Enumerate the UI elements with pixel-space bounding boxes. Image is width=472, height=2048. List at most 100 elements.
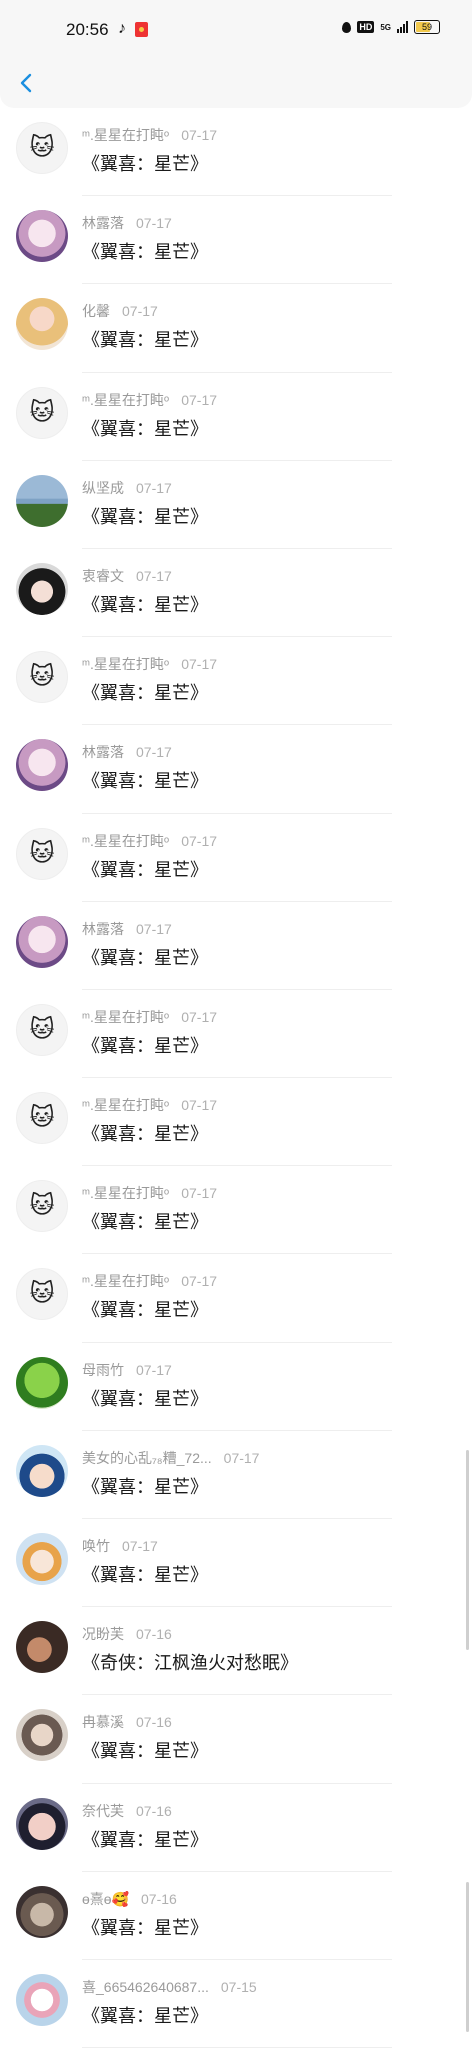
list-item[interactable]: 美女的心乱₇₈糟_72... 07-17 《翼喜：星芒》 [0, 1431, 472, 1519]
date-label: 07-16 [141, 1890, 177, 1907]
date-label: 07-17 [136, 1361, 172, 1378]
work-title[interactable]: 《翼喜：星芒》 [82, 238, 208, 264]
list-item[interactable]: ᵐ.星星在打盹ᵒ 07-17 《翼喜：星芒》 [0, 373, 472, 461]
list-item[interactable]: 冉慕溪 07-16 《翼喜：星芒》 [0, 1695, 472, 1784]
avatar[interactable] [16, 1709, 68, 1762]
list-item[interactable]: ᵐ.星星在打盹ᵒ 07-17 《翼喜：星芒》 [0, 1166, 472, 1255]
date-label: 07-17 [181, 1097, 218, 1114]
work-title[interactable]: 《翼喜：星芒》 [82, 591, 208, 617]
avatar[interactable] [16, 474, 68, 527]
user-name-text: 林露落 [82, 920, 124, 937]
list-item[interactable]: ᵐ.星星在打盹ᵒ 07-17 《翼喜：星芒》 [0, 1254, 472, 1343]
date-label: 07-17 [181, 1273, 218, 1290]
user-name: ᵐ.星星在打盹ᵒ 07-17 [82, 1007, 217, 1027]
work-title[interactable]: 《翼喜：星芒》 [82, 503, 208, 529]
work-title[interactable]: 《翼喜：星芒》 [82, 856, 208, 882]
work-title[interactable]: 《翼喜：星芒》 [82, 1737, 208, 1763]
work-title[interactable]: 《翼喜：星芒》 [82, 1032, 208, 1058]
list-item[interactable]: 化馨 07-17 《翼喜：星芒》 [0, 284, 472, 373]
user-name-text: ᵐ.星星在打盹ᵒ [82, 656, 170, 673]
work-title[interactable]: 《翼喜：星芒》 [82, 679, 208, 705]
work-title[interactable]: 《翼喜：星芒》 [82, 1473, 208, 1499]
user-name: ɵ熹ɵ🥰 07-16 [82, 1889, 177, 1909]
top-nav [0, 60, 472, 108]
work-title[interactable]: 《翼喜：星芒》 [82, 1561, 208, 1587]
avatar[interactable] [16, 1885, 68, 1938]
avatar[interactable] [16, 1092, 68, 1145]
user-name-text: 林露落 [82, 215, 124, 232]
work-title[interactable]: 《翼喜：星芒》 [82, 1296, 208, 1322]
avatar[interactable] [16, 1621, 68, 1674]
user-name: 唤竹 07-17 [82, 1536, 158, 1556]
avatar[interactable] [16, 122, 68, 174]
list-item[interactable]: 林露落 07-17 《翼喜：星芒》 [0, 902, 472, 990]
work-title[interactable]: 《翼喜：星芒》 [82, 1826, 208, 1852]
date-label: 07-16 [136, 1626, 172, 1643]
scrollbar-1[interactable] [466, 1450, 469, 1650]
list-item[interactable]: ɵ熹ɵ🥰 07-16 《翼喜：星芒》 [0, 1872, 472, 1960]
avatar[interactable] [16, 827, 68, 880]
user-name-text: 唤竹 [82, 1538, 110, 1554]
user-name: 喜_665462640687... 07-15 [82, 1977, 257, 1997]
avatar[interactable] [16, 1356, 68, 1409]
avatar[interactable] [16, 1444, 68, 1497]
user-name-text: ᵐ.星星在打盹ᵒ [82, 127, 170, 143]
work-title[interactable]: 《翼喜：星芒》 [82, 944, 208, 970]
avatar[interactable] [16, 1180, 68, 1233]
work-title[interactable]: 《奇侠：江枫渔火对愁眠》 [82, 1649, 298, 1675]
work-title[interactable]: 《翼喜：星芒》 [82, 1120, 208, 1146]
user-name: 母雨竹 07-17 [82, 1360, 172, 1380]
avatar[interactable] [16, 651, 68, 704]
avatar[interactable] [16, 1797, 68, 1850]
avatar[interactable] [16, 1533, 68, 1585]
date-label: 07-17 [223, 1449, 260, 1466]
date-label: 07-17 [136, 744, 172, 761]
work-title[interactable]: 《翼喜：星芒》 [82, 415, 208, 441]
scrollbar-2[interactable] [466, 1882, 469, 2032]
work-title[interactable]: 《翼喜：星芒》 [82, 1914, 208, 1940]
list-item[interactable]: 衷睿文 07-17 《翼喜：星芒》 [0, 549, 472, 638]
user-name-text: 衷睿文 [82, 567, 124, 584]
list-item[interactable]: ᵐ.星星在打盹ᵒ 07-17 《翼喜：星芒》 [0, 814, 472, 902]
user-name: 衷睿文 07-17 [82, 566, 172, 586]
avatar[interactable] [16, 1268, 68, 1321]
list-item[interactable]: ᵐ.星星在打盹ᵒ 07-17 《翼喜：星芒》 [0, 108, 472, 197]
date-label: 07-17 [181, 127, 218, 143]
work-title[interactable]: 《翼喜：星芒》 [82, 326, 208, 352]
work-title[interactable]: 《翼喜：星芒》 [82, 1385, 208, 1411]
date-label: 07-15 [220, 1978, 257, 1995]
chevron-left-icon[interactable] [16, 72, 38, 94]
date-label: 07-17 [122, 1538, 158, 1554]
user-name-text: ᵐ.星星在打盹ᵒ [82, 1008, 170, 1025]
list-item[interactable]: ᵐ.星星在打盹ᵒ 07-17 《翼喜：星芒》 [0, 1078, 472, 1167]
user-name-text: ᵐ.星星在打盹ᵒ [82, 391, 170, 408]
avatar[interactable] [16, 915, 68, 968]
avatar[interactable] [16, 1973, 68, 2026]
list-item[interactable]: 林露落 07-17 《翼喜：星芒》 [0, 725, 472, 814]
list-item[interactable]: 母雨竹 07-17 《翼喜：星芒》 [0, 1343, 472, 1431]
date-label: 07-17 [122, 303, 158, 320]
reader-list: ᵐ.星星在打盹ᵒ07-17《翼喜：星芒》林露落07-17《翼喜：星芒》化馨07-… [0, 108, 472, 2048]
list-item[interactable]: 唤竹 07-17 《翼喜：星芒》 [0, 1519, 472, 1608]
list-item[interactable]: ᵐ.星星在打盹ᵒ 07-17 《翼喜：星芒》 [0, 637, 472, 726]
clock: 20:56 [66, 20, 109, 39]
list-item[interactable]: 况盼芙 07-16 《奇侠：江枫渔火对愁眠》 [0, 1607, 472, 1696]
avatar[interactable] [16, 739, 68, 792]
data-saver-icon [342, 21, 352, 33]
work-title[interactable]: 《翼喜：星芒》 [82, 1208, 208, 1234]
avatar[interactable] [16, 386, 68, 439]
work-title[interactable]: 《翼喜：星芒》 [82, 2002, 208, 2028]
list-item[interactable]: 纵坚成 07-17 《翼喜：星芒》 [0, 461, 472, 549]
avatar[interactable] [16, 210, 68, 263]
list-item[interactable]: 喜_665462640687... 07-15 《翼喜：星芒》 [0, 1960, 472, 2048]
avatar[interactable] [16, 562, 68, 615]
work-title[interactable]: 《翼喜：星芒》 [82, 767, 208, 793]
avatar[interactable] [16, 1003, 68, 1056]
user-name-text: 纵坚成 [82, 479, 124, 496]
work-title[interactable]: 《翼喜：星芒》 [82, 150, 208, 176]
list-item[interactable]: ᵐ.星星在打盹ᵒ 07-17 《翼喜：星芒》 [0, 990, 472, 1079]
list-item[interactable]: 奈代芙 07-16 《翼喜：星芒》 [0, 1784, 472, 1872]
list-item[interactable]: 林露落 07-17 《翼喜：星芒》 [0, 196, 472, 285]
avatar[interactable] [16, 298, 68, 351]
date-label: 07-17 [181, 656, 218, 673]
